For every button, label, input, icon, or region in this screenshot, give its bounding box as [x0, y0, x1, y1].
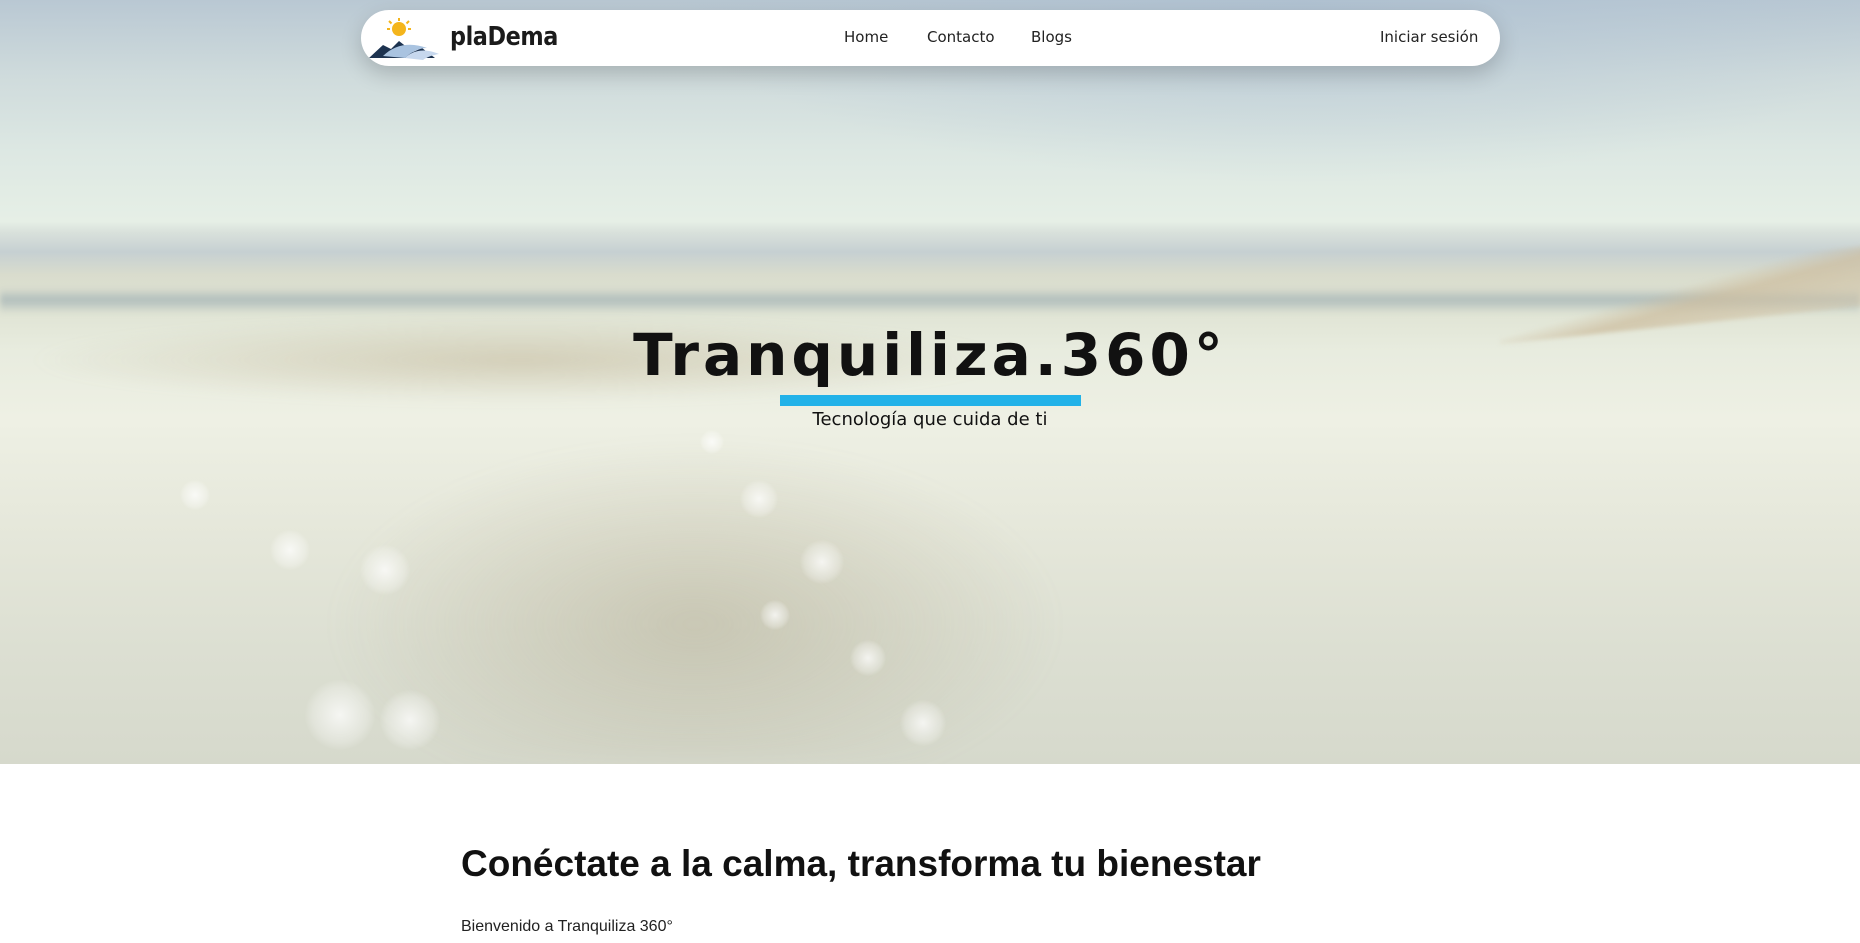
bokeh-light [850, 640, 886, 676]
nav-home-link[interactable]: Home [844, 28, 888, 46]
nav-blogs-link[interactable]: Blogs [1031, 28, 1072, 46]
section-heading: Conéctate a la calma, transforma tu bien… [461, 843, 1261, 884]
bokeh-light [180, 480, 210, 510]
bokeh-light [305, 680, 375, 750]
hero-subtitle: Tecnología que cuida de ti [812, 409, 1048, 430]
bokeh-light [380, 690, 440, 750]
hero-title: Tranquiliza.360° [633, 321, 1227, 389]
bokeh-light [700, 430, 724, 454]
hero-section: Tranquiliza.360° Tecnología que cuida de… [0, 0, 1860, 764]
brand-name: plaDema [450, 22, 558, 52]
bokeh-light [760, 600, 790, 630]
bokeh-light [270, 530, 310, 570]
bokeh-light [740, 480, 778, 518]
section-intro: Bienvenido a Tranquiliza 360° [461, 918, 673, 935]
login-link[interactable]: Iniciar sesión [1380, 28, 1478, 46]
hero-title-underline [780, 395, 1081, 406]
bokeh-light [900, 700, 946, 746]
bokeh-light [360, 545, 410, 595]
sun-over-mountain-wave-logo-icon [369, 18, 439, 60]
nav-contacto-link[interactable]: Contacto [927, 28, 995, 46]
navbar: plaDema Home Contacto Blogs Iniciar sesi… [361, 10, 1500, 66]
brand-logo[interactable]: plaDema [367, 16, 567, 62]
bokeh-light [800, 540, 844, 584]
